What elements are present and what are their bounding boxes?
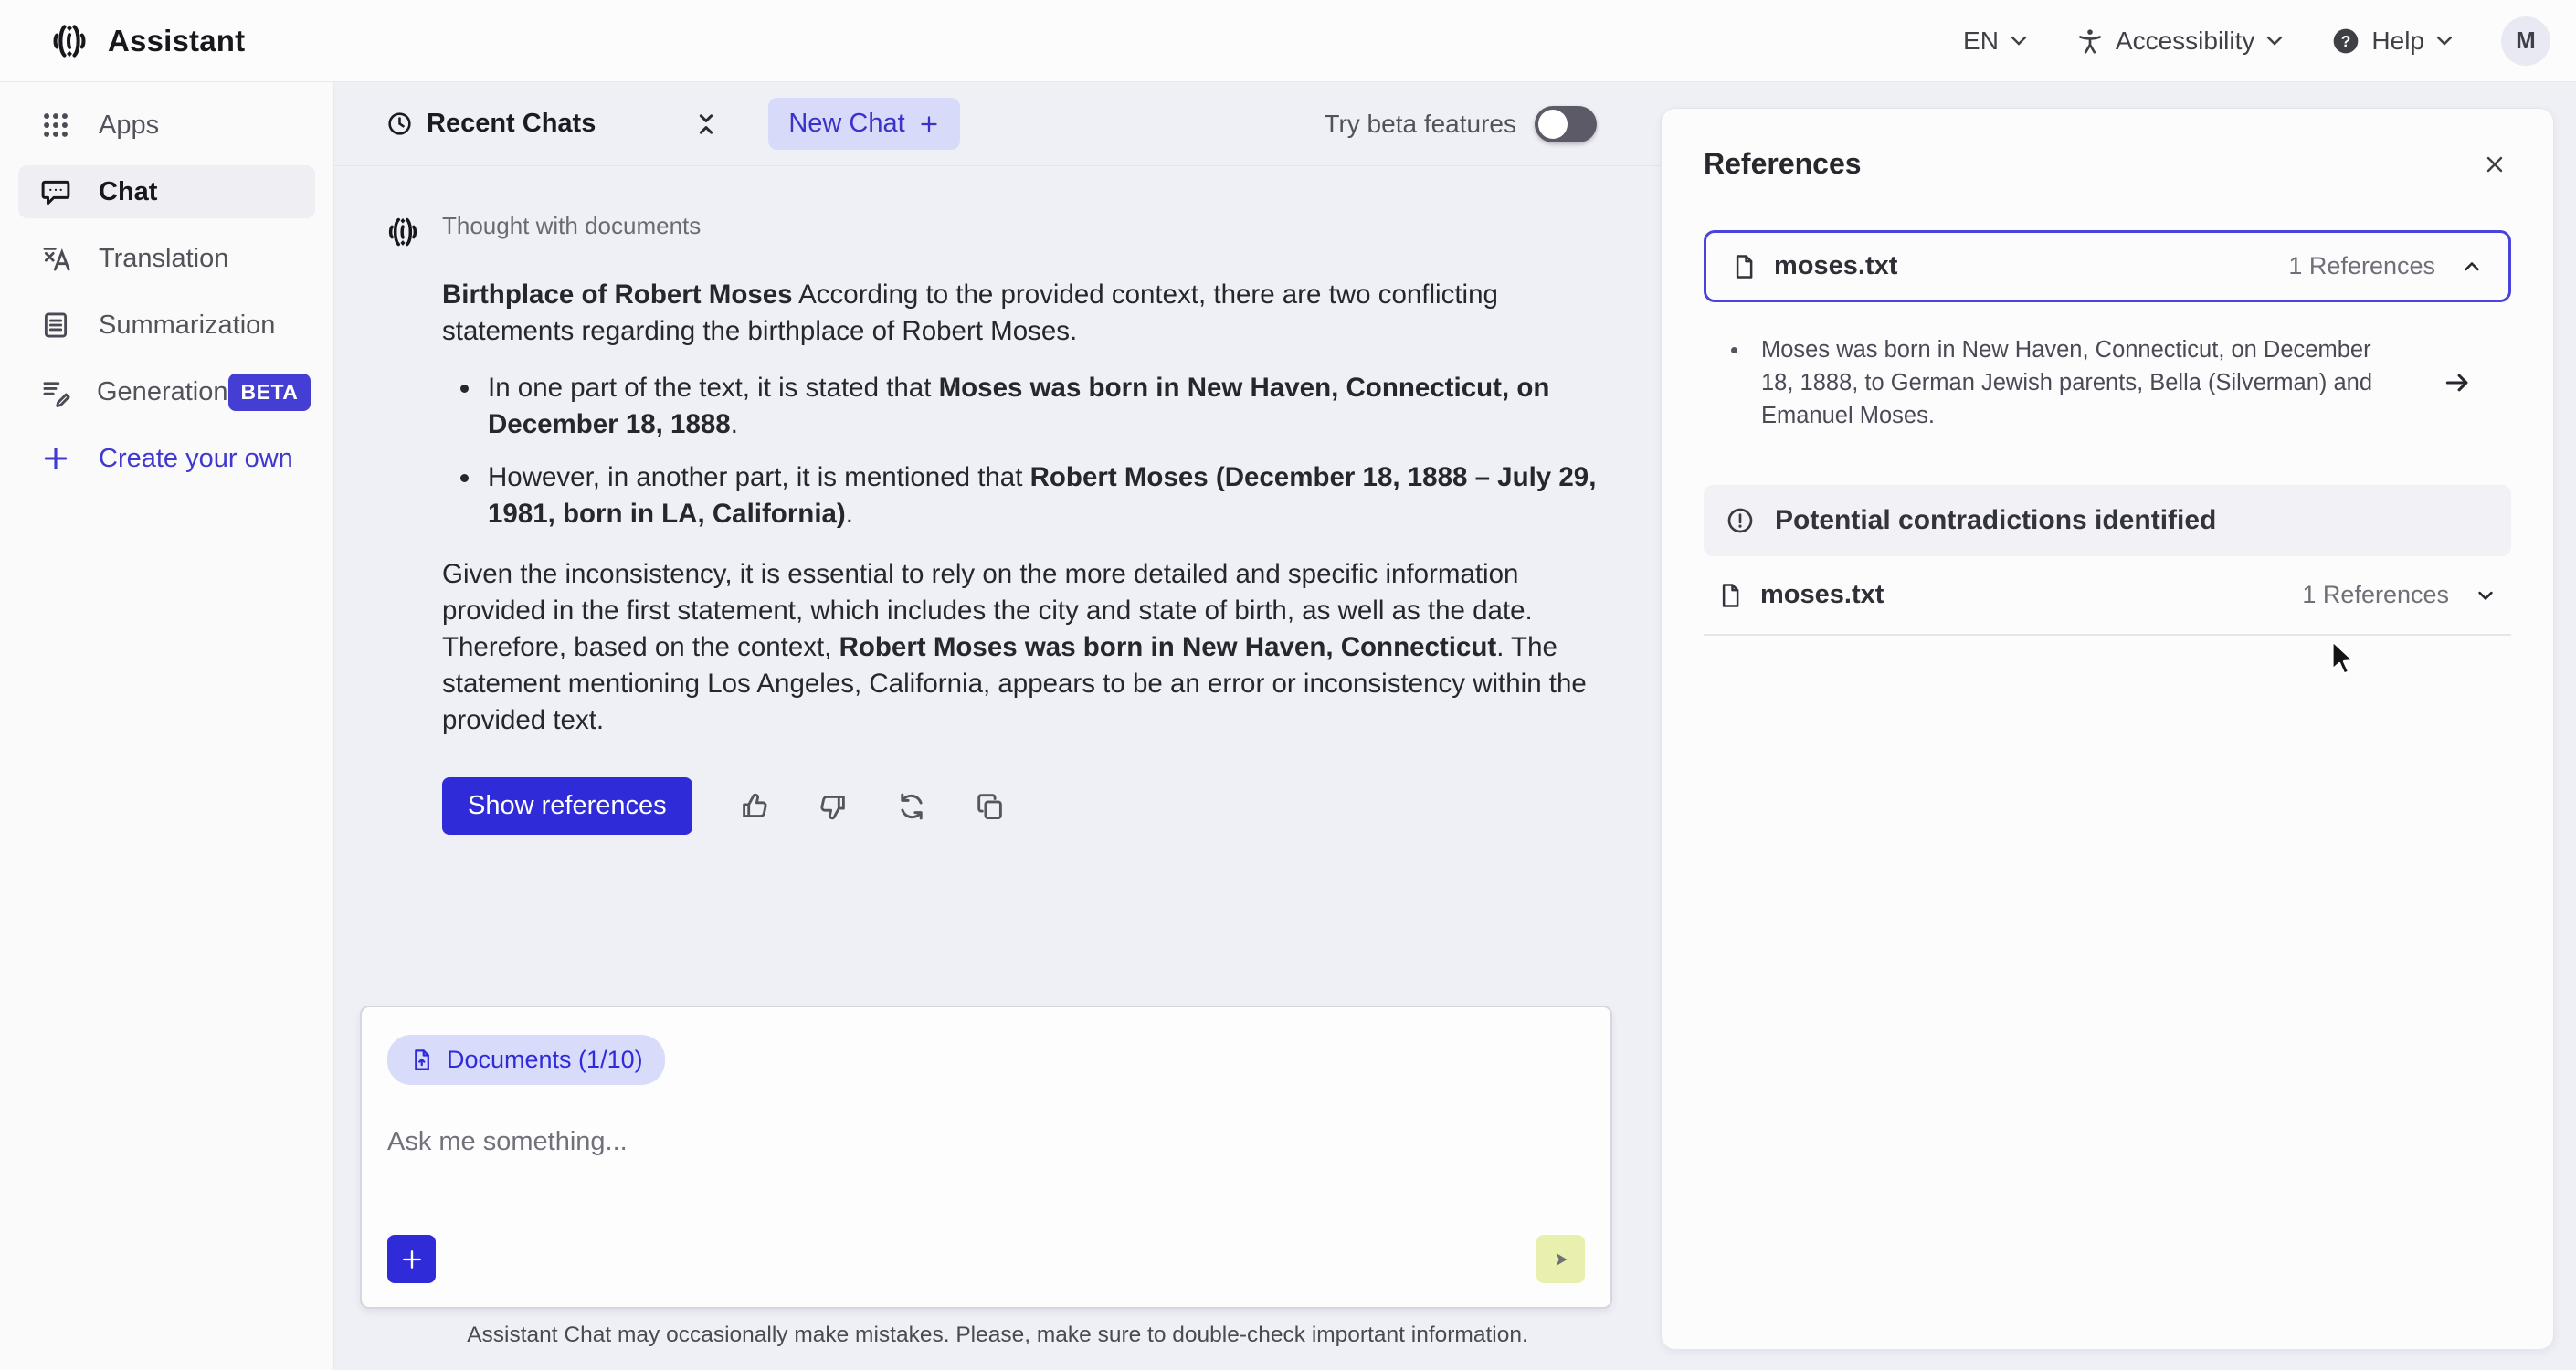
sidebar-item-label: Create your own [99, 444, 293, 474]
aleph-alpha-logo-icon [49, 20, 90, 62]
app-title: Assistant [108, 24, 245, 58]
plus-icon [40, 443, 73, 474]
top-bar: Assistant EN Accessibility [0, 0, 2576, 82]
apps-grid-icon [40, 110, 73, 141]
sidebar-item-generation[interactable]: Generation BETA [18, 365, 315, 418]
alert-circle-icon [1726, 506, 1755, 535]
toggle-knob [1538, 110, 1568, 139]
translate-icon [40, 243, 73, 274]
references-title: References [1704, 147, 1862, 181]
brand: Assistant [49, 20, 245, 62]
send-button[interactable] [1536, 1235, 1585, 1283]
sidebar-item-apps[interactable]: Apps [18, 99, 315, 152]
contradictions-banner: Potential contradictions identified [1704, 485, 2511, 556]
recent-chats[interactable]: Recent Chats [385, 109, 596, 139]
reference-card-collapsed[interactable]: moses.txt 1 References [1704, 556, 2511, 636]
sidebar-item-create-your-own[interactable]: Create your own [18, 432, 315, 485]
message-bullet-2: However, in another part, it is mentione… [482, 459, 1602, 532]
accessibility-menu[interactable]: Accessibility [2075, 26, 2284, 56]
beta-features-toggle[interactable] [1535, 106, 1597, 142]
composer: Documents (1/10) [360, 1006, 1612, 1309]
reference-count: 1 References [2302, 581, 2449, 609]
message-closing: Given the inconsistency, it is essential… [442, 556, 1602, 739]
chat-bubble-icon [40, 176, 73, 207]
chat-message-area: Thought with documents Birthplace of Rob… [334, 212, 1661, 835]
document-lines-icon [40, 310, 73, 341]
message-actions: Show references [442, 777, 1602, 835]
beta-toggle-label: Try beta features [1324, 110, 1516, 139]
assistant-logo-icon [385, 214, 420, 250]
beta-features-control: Try beta features [1324, 106, 1597, 142]
message-bullet-1: In one part of the text, it is stated th… [482, 370, 1602, 443]
accessibility-icon [2075, 26, 2105, 56]
sidebar-item-chat[interactable]: Chat [18, 165, 315, 218]
message-source-label: Thought with documents [442, 212, 1602, 240]
message-intro: Birthplace of Robert Moses According to … [442, 277, 1602, 350]
generation-pencil-icon [40, 376, 71, 407]
sidebar-item-summarization[interactable]: Summarization [18, 299, 315, 352]
bullet-dot [1731, 347, 1737, 353]
chevron-down-icon [2010, 35, 2028, 47]
message-text: Birthplace of Robert Moses According to … [442, 277, 1602, 739]
reference-filename: moses.txt [1760, 580, 1884, 610]
reference-quote-row: Moses was born in New Haven, Connecticut… [1704, 302, 2511, 459]
references-panel: References moses.txt 1 References Moses … [1661, 108, 2554, 1350]
new-chat-label: New Chat [788, 109, 904, 139]
show-references-button[interactable]: Show references [442, 777, 692, 835]
contradictions-label: Potential contradictions identified [1775, 505, 2216, 536]
chat-header: Recent Chats New Chat Try beta features [334, 82, 1661, 166]
sidebar-item-label: Apps [99, 111, 159, 141]
sidebar-item-label: Chat [99, 177, 157, 207]
beta-badge: BETA [228, 374, 311, 411]
language-selector[interactable]: EN [1963, 26, 2028, 56]
document-upload-icon [409, 1048, 434, 1072]
user-avatar[interactable]: M [2501, 16, 2550, 66]
arrow-right-icon[interactable] [2442, 367, 2473, 398]
chevron-down-icon [2435, 35, 2454, 47]
disclaimer-text: Assistant Chat may occasionally make mis… [334, 1323, 1661, 1348]
help-icon: ? [2331, 26, 2360, 56]
file-icon [1730, 253, 1758, 280]
documents-chip[interactable]: Documents (1/10) [387, 1035, 665, 1085]
recent-chats-label: Recent Chats [427, 109, 596, 139]
sidebar-item-label: Generation [97, 377, 228, 407]
chevron-down-icon [2265, 35, 2284, 47]
copy-button[interactable] [974, 790, 1007, 823]
reference-quote-text: Moses was born in New Haven, Connecticut… [1761, 333, 2401, 432]
thumbs-down-button[interactable] [817, 790, 850, 823]
sidebar-item-label: Summarization [99, 311, 275, 341]
reference-filename: moses.txt [1774, 251, 1897, 281]
chevron-up-icon[interactable] [2459, 254, 2485, 279]
plus-icon [918, 113, 940, 135]
sidebar-item-label: Translation [99, 244, 228, 274]
regenerate-button[interactable] [895, 790, 928, 823]
reference-count: 1 References [2288, 252, 2435, 280]
svg-text:?: ? [2341, 32, 2351, 50]
clock-icon [385, 110, 414, 138]
help-menu[interactable]: ? Help [2331, 26, 2454, 56]
file-icon [1716, 582, 1744, 609]
collapse-chats-icon[interactable] [691, 109, 722, 140]
message-bullets: In one part of the text, it is stated th… [442, 370, 1602, 532]
sidebar-item-translation[interactable]: Translation [18, 232, 315, 285]
language-label: EN [1963, 26, 1999, 56]
accessibility-label: Accessibility [2116, 26, 2254, 56]
chat-input[interactable] [387, 1127, 1465, 1228]
reference-card-expanded[interactable]: moses.txt 1 References [1704, 230, 2511, 302]
chevron-down-icon[interactable] [2473, 583, 2498, 608]
attach-button[interactable] [387, 1235, 436, 1283]
sidebar: Apps Chat Translation [0, 82, 334, 1370]
new-chat-button[interactable]: New Chat [768, 98, 959, 150]
thumbs-up-button[interactable] [738, 790, 771, 823]
help-label: Help [2371, 26, 2424, 56]
documents-chip-label: Documents (1/10) [447, 1046, 643, 1074]
close-icon[interactable] [2478, 148, 2511, 181]
